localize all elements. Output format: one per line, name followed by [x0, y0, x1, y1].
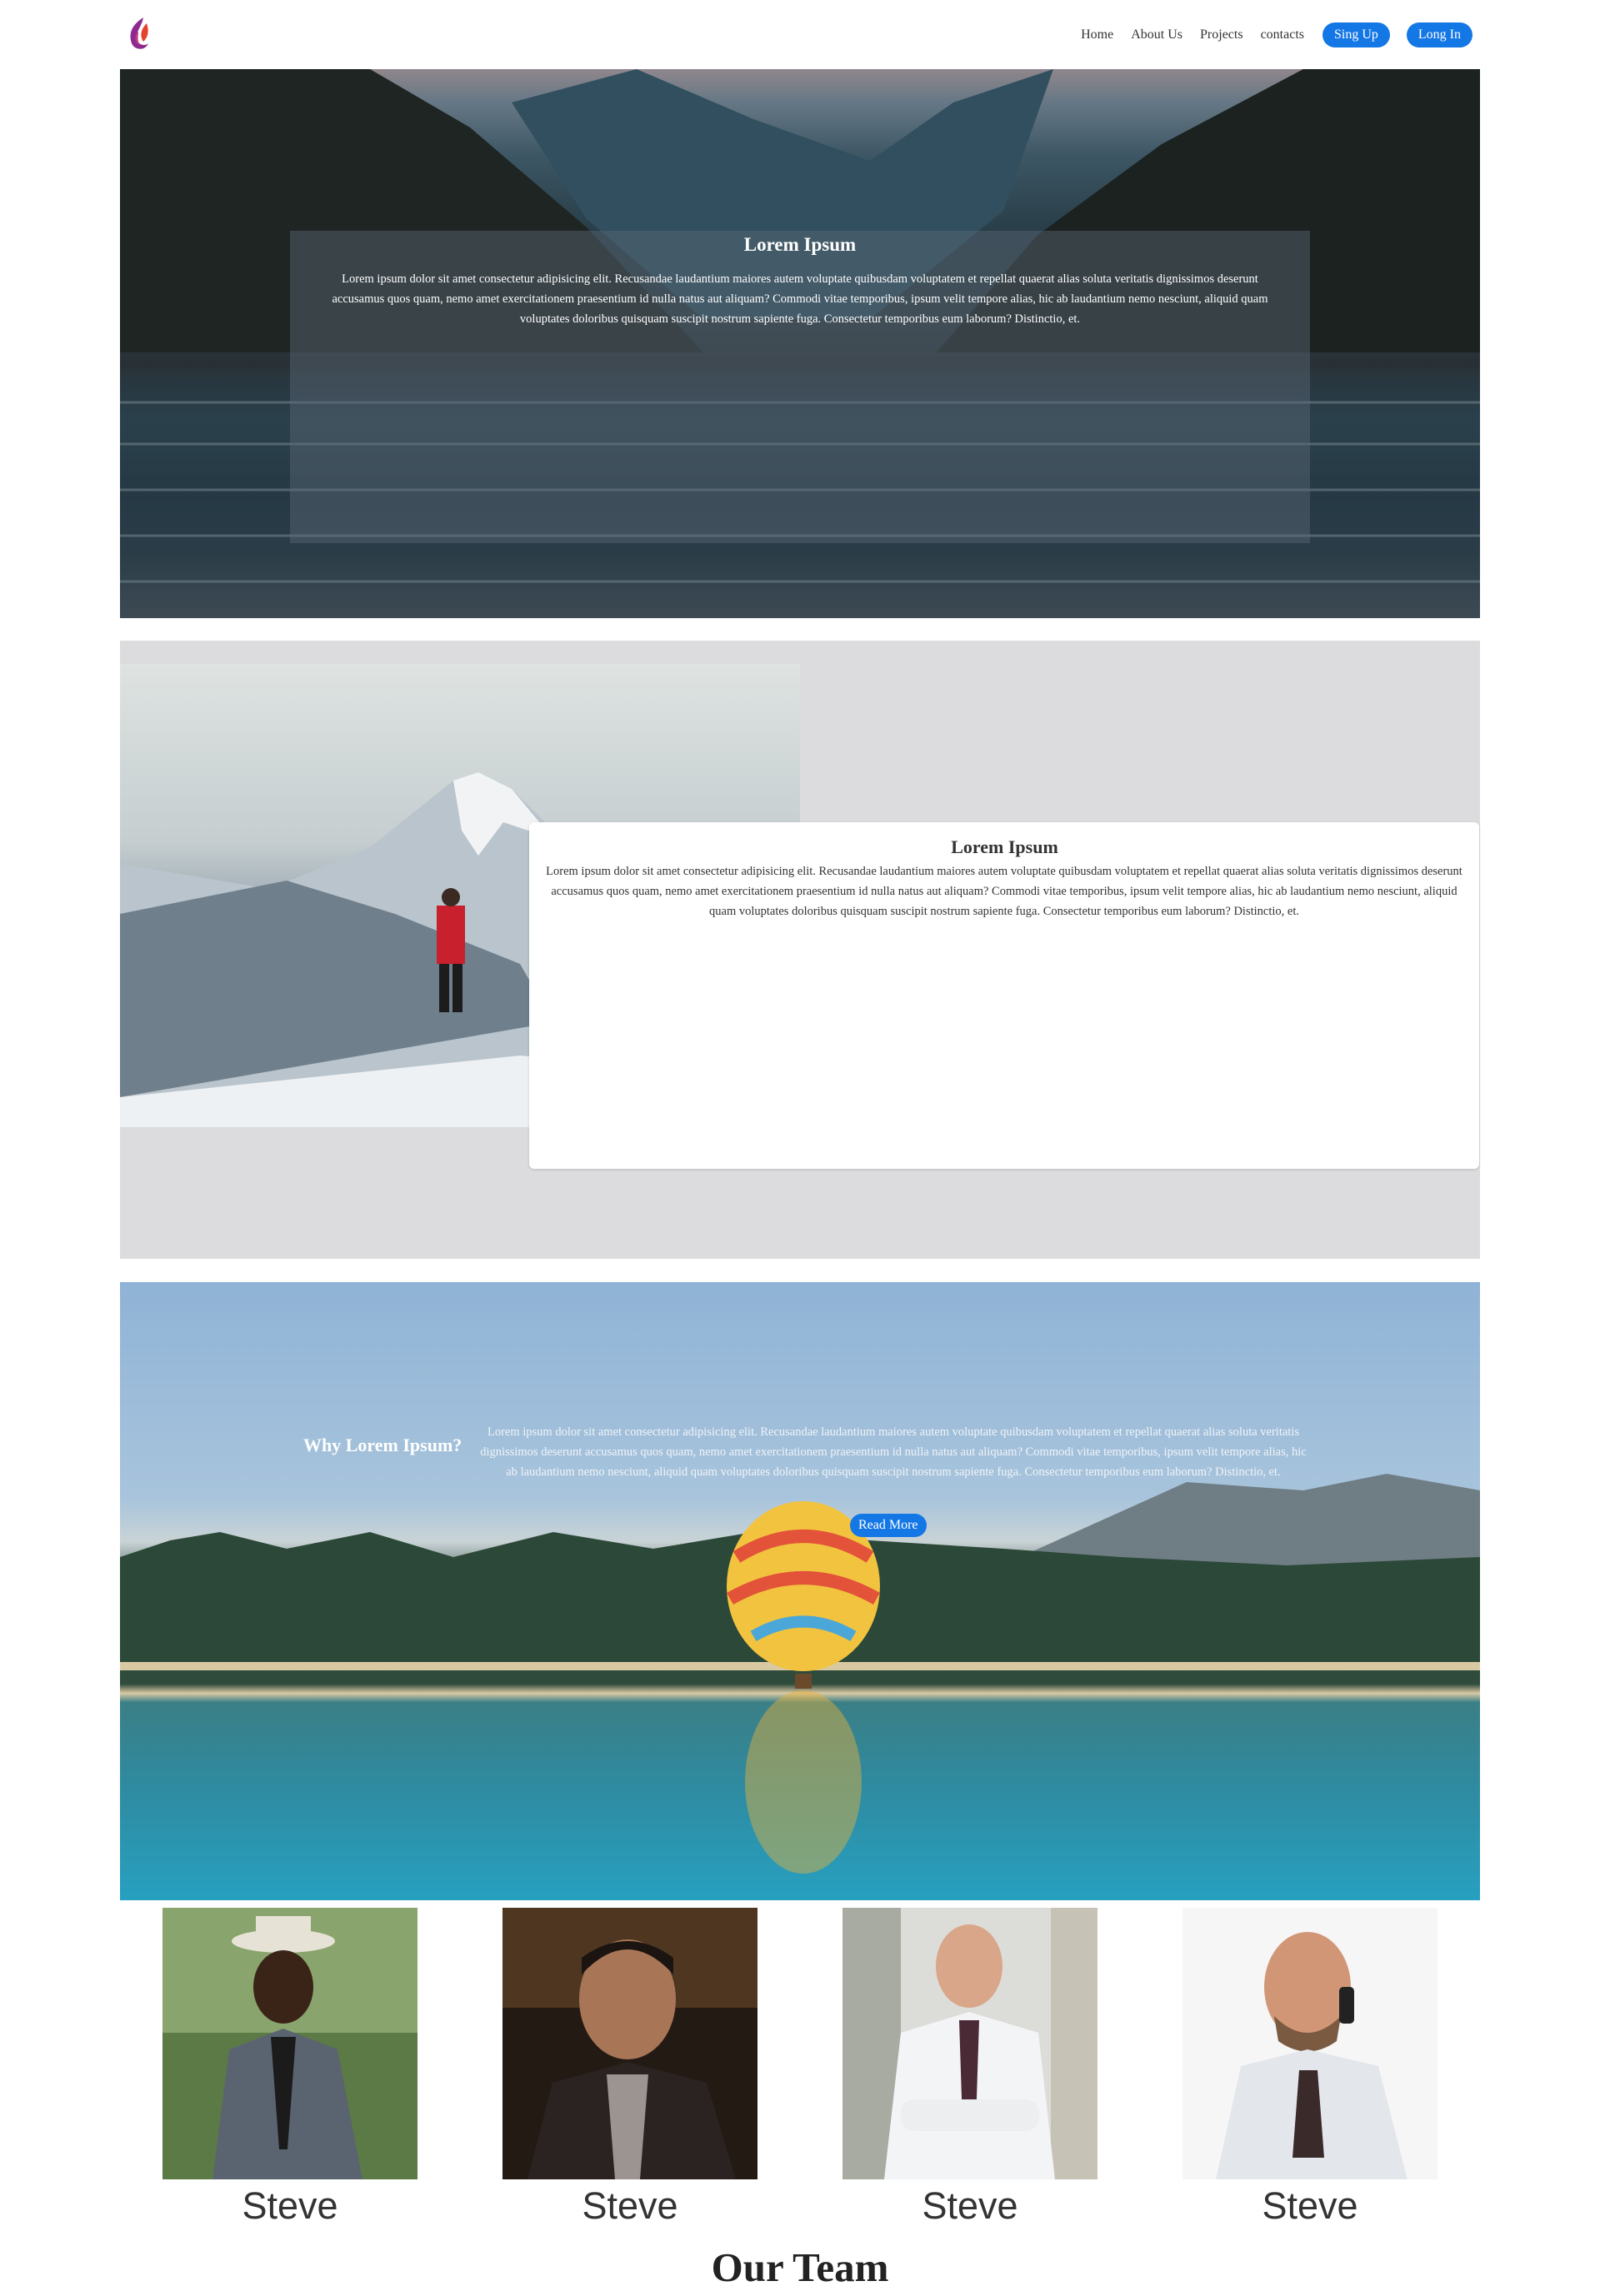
hero-title: Lorem Ipsum [743, 234, 857, 255]
hero-section: Lorem Ipsum Lorem ipsum dolor sit amet c… [120, 69, 1480, 618]
team-member-photo [502, 1908, 758, 2179]
hero-text: Lorem ipsum dolor sit amet consectetur a… [332, 272, 1268, 326]
nav-link-home[interactable]: Home [1081, 27, 1113, 42]
team-member-photo [162, 1908, 418, 2179]
team-member-name: Steve [1262, 2184, 1358, 2227]
signup-button[interactable]: Sing Up [1322, 22, 1390, 47]
why-section: Why Lorem Ipsum? Lorem ipsum dolor sit a… [120, 1282, 1480, 1900]
nav-link-contacts[interactable]: contacts [1261, 27, 1304, 42]
team-member-photo [1182, 1908, 1438, 2179]
why-text: Lorem ipsum dolor sit amet consectetur a… [480, 1425, 1307, 1479]
team-member-photo [842, 1908, 1098, 2179]
nav-links: Home About Us Projects contacts Sing Up … [1063, 22, 1472, 48]
flame-logo-icon[interactable] [122, 15, 158, 53]
read-more-button[interactable]: Read More [850, 1514, 927, 1537]
lake-balloon-background-image [120, 1474, 1480, 1874]
team-member-card: Steve [842, 1908, 1098, 2228]
nav-link-projects[interactable]: Projects [1200, 27, 1243, 42]
why-title: Why Lorem Ipsum? [303, 1435, 462, 1455]
nav-link-about-us[interactable]: About Us [1131, 27, 1182, 42]
about-text: Lorem ipsum dolor sit amet consectetur a… [546, 865, 1462, 918]
about-title: Lorem Ipsum [951, 836, 1058, 857]
team-heading: Our Team [711, 2244, 889, 2290]
team-member-name: Steve [582, 2184, 678, 2227]
team-member-name: Steve [922, 2184, 1018, 2227]
team-member-card: Steve [162, 1908, 418, 2228]
team-member-card: Steve [502, 1908, 758, 2228]
navbar: Home About Us Projects contacts Sing Up … [0, 0, 1600, 68]
login-button[interactable]: Long In [1406, 22, 1472, 47]
about-section: Lorem Ipsum Lorem ipsum dolor sit amet c… [120, 641, 1480, 1259]
hot-air-balloon-icon [727, 1501, 880, 1874]
team-member-card: Steve [1182, 1908, 1438, 2228]
team-member-name: Steve [242, 2184, 338, 2227]
